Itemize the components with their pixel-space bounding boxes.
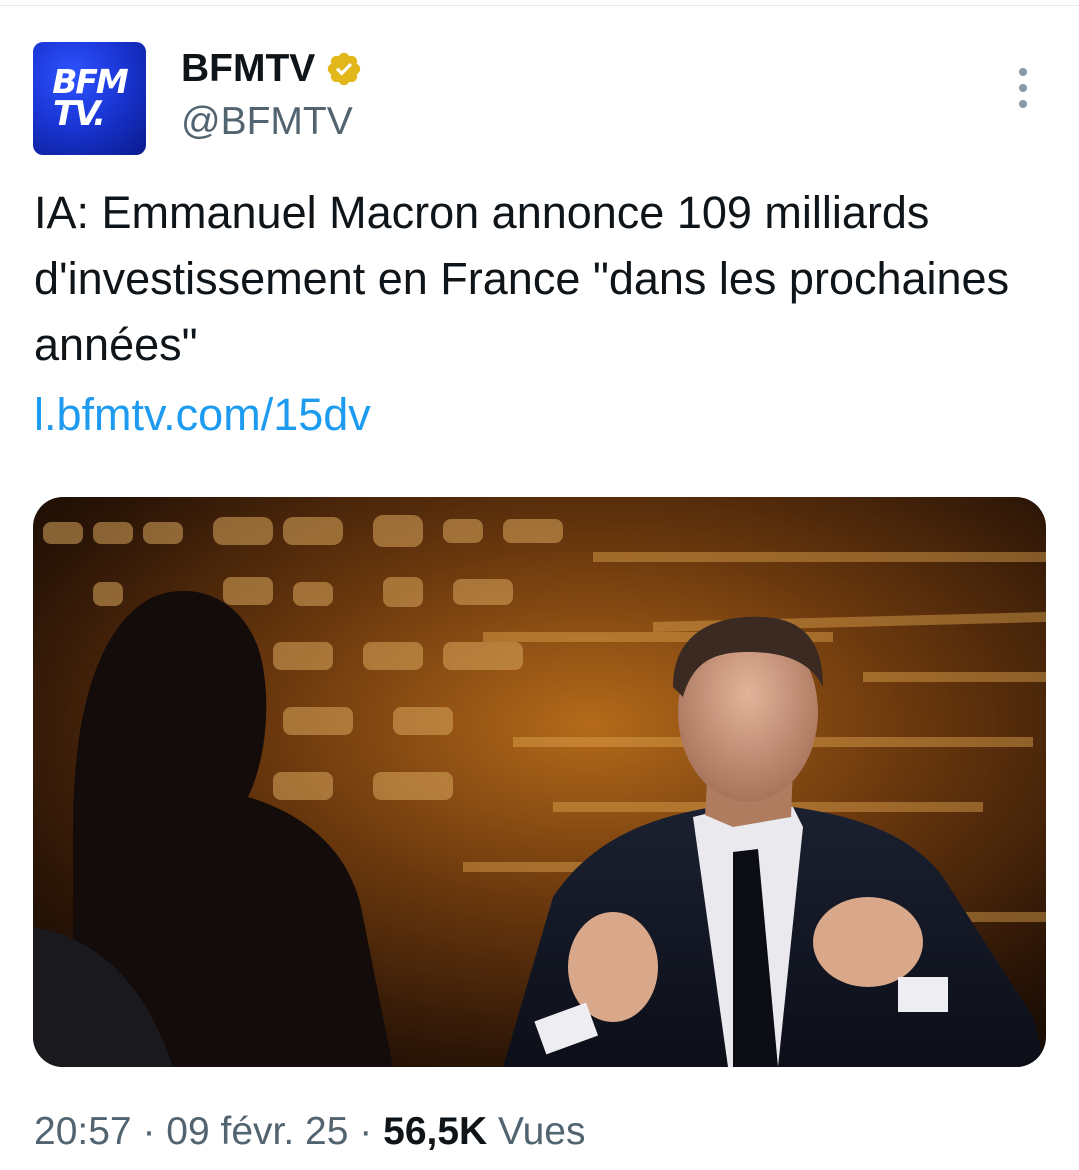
tweet-metadata: 20:57 · 09 févr. 25 · 56,5K Vues [34,1107,586,1157]
author-name-row[interactable]: BFMTV [181,46,363,92]
meta-separator: · [359,1110,373,1153]
avatar-logo-text-line2: TV. [52,94,106,134]
tweet-date[interactable]: 09 févr. 25 [166,1110,348,1153]
author-display-name[interactable]: BFMTV [181,46,315,92]
verified-badge-icon[interactable] [325,50,363,88]
tweet-time[interactable]: 20:57 [34,1110,132,1153]
more-dot [1019,68,1027,76]
tweet-text: IA: Emmanuel Macron annonce 109 milliard… [34,187,1010,370]
tweet-link[interactable]: l.bfmtv.com/15dv [34,382,371,448]
more-dot [1019,100,1027,108]
more-dot [1019,84,1027,92]
top-divider [0,0,1079,6]
tweet-photo-image [33,497,1046,1067]
tweet-photo[interactable] [33,497,1046,1067]
views-label: Vues [498,1110,586,1153]
author-avatar[interactable]: BFM TV. [33,42,146,155]
more-options-icon[interactable] [1008,68,1038,108]
views-count[interactable]: 56,5K [383,1110,487,1153]
meta-separator: · [142,1110,156,1153]
author-handle[interactable]: @BFMTV [181,99,353,145]
